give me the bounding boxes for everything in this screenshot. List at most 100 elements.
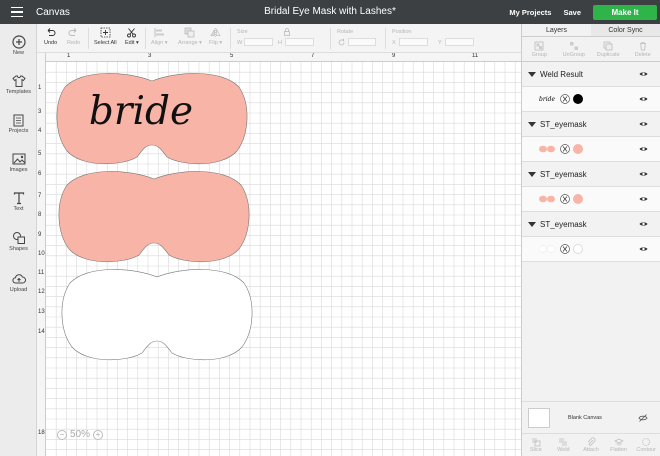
duplicate-label: Duplicate [596, 51, 620, 58]
tab-layers[interactable]: Layers [522, 24, 591, 36]
flip-dropdown[interactable]: Flip ▾ [209, 27, 222, 46]
group-button[interactable]: Group [522, 37, 557, 61]
layer-item[interactable]: bride [522, 87, 660, 112]
layer-group-eyemask[interactable]: ST_eyemask [522, 112, 660, 137]
layer-group-eyemask[interactable]: ST_eyemask [522, 212, 660, 237]
design-panel-sidebar: New Templates Projects Images Text Shape… [0, 24, 37, 456]
flatten-button[interactable]: Flatten [605, 434, 633, 456]
scissors-icon [560, 244, 570, 254]
slice-button[interactable]: Slice [522, 434, 550, 456]
delete-button[interactable]: Delete [626, 37, 660, 61]
sidebar-item-projects[interactable]: Projects [0, 113, 37, 134]
duplicate-button[interactable]: Duplicate [591, 37, 626, 61]
sidebar-item-templates[interactable]: Templates [0, 74, 37, 95]
eye-hidden-icon[interactable] [638, 413, 648, 422]
eyemask-shape[interactable] [61, 269, 253, 361]
height-field[interactable] [285, 38, 314, 46]
my-projects-link[interactable]: My Projects [509, 8, 551, 17]
toolbar-divider [145, 28, 146, 49]
layer-color-swatch[interactable] [573, 144, 583, 154]
eye-icon[interactable] [639, 221, 648, 227]
align-dropdown[interactable]: Align ▾ [151, 27, 168, 46]
flip-label: Flip ▾ [209, 40, 223, 46]
paperclip-icon [587, 437, 596, 446]
layer-group-eyemask[interactable]: ST_eyemask [522, 162, 660, 187]
undo-button[interactable]: Undo [44, 27, 57, 46]
eye-icon[interactable] [639, 171, 648, 177]
image-icon [12, 153, 25, 165]
x-field[interactable] [399, 38, 428, 46]
eyemask-shape[interactable] [58, 171, 250, 263]
zoom-out-button[interactable]: − [57, 429, 67, 440]
arrange-label: Arrange ▾ [178, 40, 202, 46]
flip-text: Flip [209, 40, 218, 46]
toolbar-divider [88, 28, 89, 49]
eye-icon[interactable] [639, 146, 648, 152]
tab-color-sync[interactable]: Color Sync [591, 24, 660, 36]
ruler-tick: 18 [38, 430, 45, 436]
edit-toolbar: Undo Redo Select All Edit ▾ Align ▾ Arra… [37, 24, 521, 53]
layer-item[interactable] [522, 187, 660, 212]
attach-button[interactable]: Attach [577, 434, 605, 456]
sidebar-item-upload[interactable]: Upload [0, 272, 37, 293]
save-button[interactable]: Save [563, 8, 581, 17]
toolbar-divider [230, 28, 231, 49]
eye-icon[interactable] [639, 96, 648, 102]
toolbar-divider [385, 28, 386, 49]
folder-icon [13, 114, 23, 127]
ruler-tick: 3 [38, 109, 42, 115]
layer-color-swatch[interactable] [573, 194, 583, 204]
zoom-control: − 50% + [57, 429, 104, 440]
align-label: Align ▾ [151, 40, 168, 46]
duplicate-icon [603, 41, 613, 50]
layer-color-swatch[interactable] [573, 94, 583, 104]
sidebar-item-text[interactable]: Text [0, 191, 37, 212]
eye-icon[interactable] [639, 71, 648, 77]
eye-icon[interactable] [639, 246, 648, 252]
weld-button[interactable]: Weld [550, 434, 578, 456]
group-icon [534, 41, 544, 50]
sidebar-label: Images [9, 167, 28, 173]
sidebar-label: New [12, 50, 24, 56]
contour-button[interactable]: Contour [632, 434, 660, 456]
make-it-button[interactable]: Make It [593, 4, 657, 20]
contour-icon [642, 438, 651, 446]
chevron-down-icon[interactable] [528, 121, 536, 127]
eye-icon[interactable] [639, 196, 648, 202]
layer-group-weld-result[interactable]: Weld Result [522, 62, 660, 87]
ruler-tick: 11 [38, 270, 45, 276]
ruler-tick: 4 [38, 128, 42, 134]
blank-canvas-swatch[interactable] [528, 407, 550, 428]
layer-group-name: ST_eyemask [540, 219, 587, 229]
sidebar-item-shapes[interactable]: Shapes [0, 231, 37, 252]
layer-group-name: Weld Result [540, 69, 583, 79]
design-canvas[interactable]: bride 1 3 5 7 9 11 1 3 4 5 6 7 8 9 10 11… [37, 53, 521, 456]
layer-item[interactable] [522, 237, 660, 262]
redo-button[interactable]: Redo [67, 27, 80, 46]
width-field[interactable] [244, 38, 273, 46]
eye-icon[interactable] [639, 121, 648, 127]
sidebar-item-new[interactable]: New [0, 35, 37, 56]
y-field[interactable] [445, 38, 474, 46]
chevron-down-icon[interactable] [528, 221, 536, 227]
select-all-icon [100, 27, 111, 38]
edit-text: Edit [125, 40, 135, 46]
blank-canvas-row[interactable]: Blank Canvas [522, 401, 660, 433]
ungroup-button[interactable]: UnGroup [557, 37, 592, 61]
edit-dropdown[interactable]: Edit ▾ [125, 27, 139, 46]
chevron-down-icon[interactable] [528, 71, 536, 77]
ruler-tick: 11 [472, 53, 479, 59]
bride-text[interactable]: bride [89, 89, 193, 134]
zoom-level: 50% [70, 429, 91, 440]
sidebar-item-images[interactable]: Images [0, 152, 37, 173]
chevron-down-icon[interactable] [528, 171, 536, 177]
layer-color-swatch[interactable] [573, 244, 583, 254]
lock-icon[interactable] [283, 28, 291, 36]
zoom-in-button[interactable]: + [93, 429, 104, 440]
rotate-field[interactable] [348, 38, 376, 46]
select-all-button[interactable]: Select All [94, 27, 117, 46]
layer-item[interactable] [522, 137, 660, 162]
arrange-dropdown[interactable]: Arrange ▾ [178, 27, 202, 46]
hamburger-menu-icon[interactable] [0, 0, 34, 24]
toolbar-divider [330, 28, 331, 49]
